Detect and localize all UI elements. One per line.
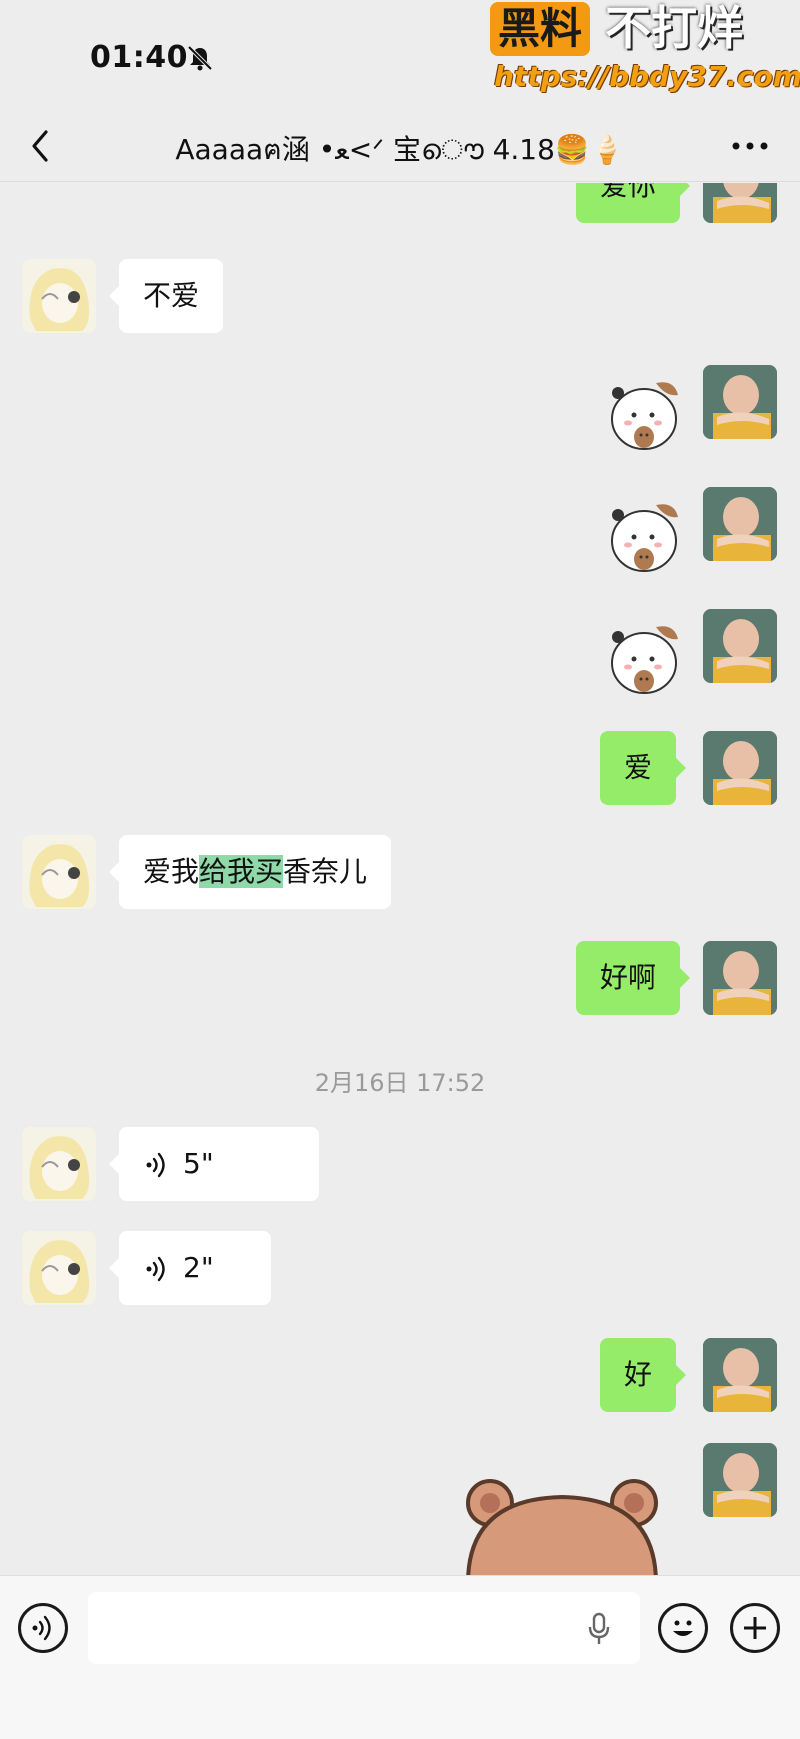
voice-duration: 2" [183,1251,214,1284]
sticker-brown-bear[interactable] [462,1473,662,1575]
watermark: 黑料 不打烊 https://bbdy37.com [490,0,800,100]
watermark-badge: 黑料 [490,2,591,56]
voice-wave-icon [146,1256,165,1282]
status-time: 01:40 [90,40,188,75]
message-input[interactable] [88,1592,640,1664]
avatar-contact[interactable] [22,1231,96,1305]
sticker-bear-hug[interactable] [604,619,688,703]
mute-bell-icon [187,45,213,71]
message-bubble-outgoing[interactable]: 爱你 [576,183,691,223]
message-text-highlight[interactable]: 给我买 [199,855,284,888]
message-text: 好 [624,1358,653,1391]
message-text: 爱你 [600,183,657,202]
sticker-bear-hug[interactable] [604,375,688,459]
message-bubble-incoming[interactable]: 爱我给我买香奈儿 [108,835,392,909]
watermark-url: https://bbdy37.com [494,60,800,93]
avatar-self[interactable] [703,1338,777,1412]
avatar-contact[interactable] [22,1127,96,1201]
watermark-text: 不打烊 [605,1,743,55]
avatar-self[interactable] [703,941,777,1015]
message-bubble-incoming[interactable]: 不爱 [108,259,224,333]
message-text-pre: 爱我 [143,855,200,888]
avatar-contact[interactable] [22,835,96,909]
avatar-self[interactable] [703,609,777,683]
emoji-icon [673,1620,693,1636]
plus-icon [744,1617,766,1639]
message-bubble-outgoing[interactable]: 好啊 [576,941,691,1015]
message-text: 不爱 [143,279,200,312]
voice-input-button[interactable] [18,1603,68,1653]
back-chevron-icon[interactable] [26,124,54,168]
chat-area[interactable]: 爱你 不爱 爱 爱我给我买香奈儿 好啊 2月16日 17:52 5" 2" 好 [0,183,800,1575]
avatar-self[interactable] [703,365,777,439]
voice-message-bubble[interactable]: 5" [109,1127,319,1201]
avatar-self[interactable] [703,487,777,561]
voice-wave-icon [32,1615,51,1641]
message-text: 爱 [624,751,653,784]
message-bubble-outgoing[interactable]: 爱 [600,731,687,805]
emoji-button[interactable] [658,1603,708,1653]
voice-duration: 5" [183,1147,214,1180]
plus-button[interactable] [730,1603,780,1653]
avatar-self[interactable] [703,1443,777,1517]
avatar-self[interactable] [703,183,777,223]
message-bubble-outgoing[interactable]: 好 [600,1338,687,1412]
sticker-bear-hug[interactable] [604,497,688,581]
voice-wave-icon [146,1152,165,1178]
chat-timestamp: 2月16日 17:52 [314,1069,486,1097]
mic-icon[interactable] [585,1612,613,1646]
more-dots-icon[interactable] [730,134,770,158]
voice-message-bubble[interactable]: 2" [109,1231,271,1305]
input-bar [0,1575,800,1739]
message-text-post: 香奈儿 [283,855,368,888]
avatar-self[interactable] [703,731,777,805]
nav-bar: Aaaaaฅ涵 •ﻌ<ᐟ 宝ൌ 4.18🍔🍦 [0,110,800,182]
avatar-contact[interactable] [22,259,96,333]
chat-title: Aaaaaฅ涵 •ﻌ<ᐟ 宝ൌ 4.18🍔🍦 [175,133,625,166]
message-text: 好啊 [600,961,657,994]
